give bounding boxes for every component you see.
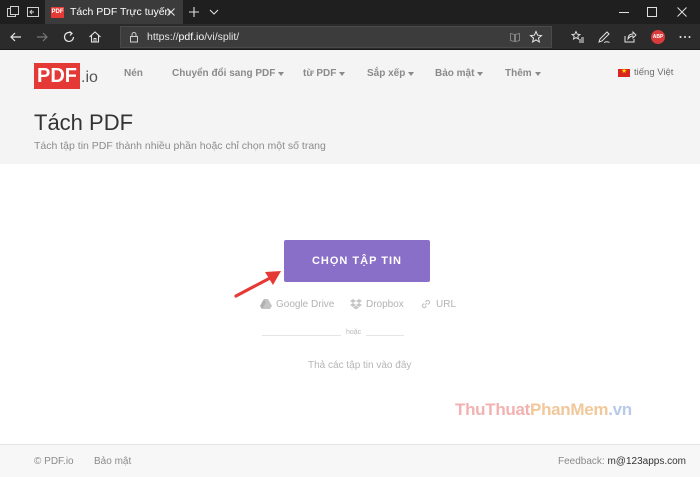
caret-down-icon: [534, 71, 541, 76]
drop-files-text: Thả các tập tin vào đây: [308, 360, 412, 371]
reading-view-icon[interactable]: [509, 31, 521, 43]
logo-suffix: .io: [81, 69, 98, 86]
caret-down-icon: [339, 71, 346, 76]
footer-feedback: Feedback: m@123apps.com: [558, 456, 686, 467]
back-arrow-icon[interactable]: [8, 29, 24, 45]
feedback-email-link[interactable]: m@123apps.com: [607, 456, 686, 467]
caret-down-icon: [477, 71, 484, 76]
caret-down-icon: [278, 71, 285, 76]
menu-item-label: từ PDF: [303, 68, 337, 79]
red-arrow-annotation: [234, 271, 281, 298]
url-label: URL: [436, 298, 457, 310]
new-tab-icon[interactable]: [187, 5, 201, 19]
link-icon: [421, 299, 431, 309]
logo-main: PDF: [34, 63, 80, 89]
or-divider: [262, 335, 404, 336]
url-path: /vi/split/: [204, 31, 240, 43]
google-drive-icon: [260, 299, 272, 309]
menu-item-label: Sắp xếp: [367, 68, 406, 79]
minimize-icon[interactable]: [616, 4, 632, 20]
menu-item-label: Thêm: [505, 68, 532, 79]
close-window-icon[interactable]: [674, 4, 690, 20]
watermark-part-1: ThuThuat: [455, 400, 531, 419]
page-subtitle: Tách tập tin PDF thành nhiều phần hoặc c…: [34, 140, 326, 152]
menu-item-compress[interactable]: Nén: [124, 68, 143, 79]
vietnam-flag-icon: [618, 67, 630, 77]
refresh-icon[interactable]: [61, 29, 77, 45]
watermark-logo: ThuThuatPhanMem.vn: [455, 400, 632, 420]
menu-item-security[interactable]: Bảo mật: [435, 68, 484, 79]
watermark-part-2: PhanMem: [530, 400, 609, 419]
browser-nav-bar: https://pdf.io/vi/split/ ABP: [0, 24, 700, 50]
active-tab[interactable]: PDF Tách PDF Trực tuyến - Tí: [45, 0, 183, 24]
menu-item-label: Bảo mật: [435, 68, 475, 79]
url-button[interactable]: URL: [420, 298, 456, 310]
or-text: hoặc: [341, 329, 367, 336]
caret-down-icon: [408, 71, 415, 76]
footer-copyright: © PDF.io: [34, 456, 74, 467]
upload-area[interactable]: CHỌN TẬP TIN Google Drive Dropbox URL ho…: [0, 164, 700, 444]
maximize-icon[interactable]: [644, 4, 660, 20]
tabs-aside-icon[interactable]: [26, 5, 40, 19]
pdf-io-logo[interactable]: PDF .io: [34, 59, 98, 89]
adblock-icon[interactable]: ABP: [651, 30, 665, 44]
menu-item-organize[interactable]: Sắp xếp: [367, 68, 415, 79]
url-host: pdf.io: [178, 31, 205, 43]
share-icon[interactable]: [622, 29, 638, 45]
address-bar[interactable]: https://pdf.io/vi/split/: [120, 26, 552, 48]
tab-preview-icon[interactable]: [6, 5, 20, 19]
url-scheme: https://: [147, 31, 179, 43]
home-icon[interactable]: [87, 29, 103, 45]
tab-list-chevron-down-icon[interactable]: [207, 5, 221, 19]
feedback-label: Feedback:: [557, 456, 608, 467]
choose-file-button[interactable]: CHỌN TẬP TIN: [284, 240, 430, 282]
dropbox-label: Dropbox: [366, 298, 404, 310]
title-band: Tách PDF Tách tập tin PDF thành nhiều ph…: [0, 98, 700, 164]
favorites-hub-icon[interactable]: [570, 29, 586, 45]
forward-arrow-icon[interactable]: [34, 29, 50, 45]
dropbox-button[interactable]: Dropbox: [350, 298, 404, 310]
cloud-sources: Google Drive Dropbox URL: [260, 298, 460, 312]
tab-title: Tách PDF Trực tuyến - Tí: [70, 6, 170, 18]
language-label: tiếng Việt: [634, 67, 674, 78]
pdf-favicon-icon: PDF: [51, 6, 64, 18]
menu-item-convert-to-pdf[interactable]: Chuyển đổi sang PDF: [172, 68, 285, 79]
pen-notes-icon[interactable]: [596, 29, 612, 45]
language-selector[interactable]: tiếng Việt: [618, 67, 673, 78]
menu-item-label: Nén: [124, 68, 143, 79]
browser-tab-strip: PDF Tách PDF Trực tuyến - Tí: [0, 0, 700, 24]
dropbox-icon: [350, 299, 362, 310]
menu-item-from-pdf[interactable]: từ PDF: [303, 68, 346, 79]
close-tab-icon[interactable]: [164, 5, 178, 19]
site-header: PDF .io Nén Chuyển đổi sang PDF từ PDF S…: [0, 50, 700, 98]
favorite-star-icon[interactable]: [529, 30, 543, 44]
lock-icon: [130, 32, 138, 43]
more-menu-icon[interactable]: [677, 29, 693, 45]
menu-item-more[interactable]: Thêm: [505, 68, 541, 79]
url-text: https://pdf.io/vi/split/: [147, 31, 239, 43]
footer-security-link[interactable]: Bảo mật: [94, 456, 131, 467]
site-footer: © PDF.io Bảo mật Feedback: m@123apps.com: [0, 444, 700, 477]
page-title: Tách PDF: [34, 110, 134, 135]
menu-item-label: Chuyển đổi sang PDF: [172, 68, 276, 79]
watermark-part-3: .vn: [608, 400, 632, 419]
google-drive-button[interactable]: Google Drive: [260, 298, 334, 310]
google-drive-label: Google Drive: [276, 298, 335, 310]
